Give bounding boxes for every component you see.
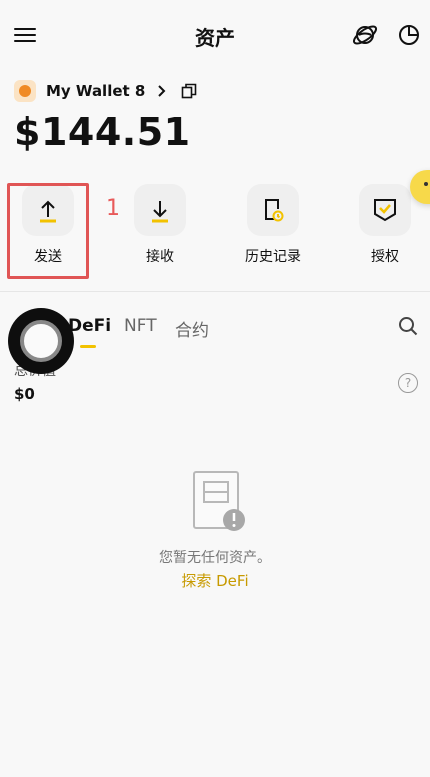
receive-icon (134, 184, 186, 236)
section-divider (0, 291, 430, 292)
wallet-avatar (14, 80, 36, 102)
help-icon[interactable]: ? (398, 373, 418, 393)
tab-defi[interactable]: DeFi (68, 316, 111, 336)
empty-state-message: 您暂无任何资产。 (159, 550, 271, 566)
pie-chart-icon[interactable] (396, 22, 422, 48)
network-globe-icon[interactable] (352, 22, 378, 48)
tab-nft[interactable]: NFT (124, 316, 157, 336)
receive-label: 接收 (146, 249, 174, 265)
history-button[interactable]: 历史记录 (238, 184, 308, 266)
active-tab-indicator (80, 345, 96, 348)
authorize-label: 授权 (371, 249, 399, 265)
copy-icon[interactable] (181, 83, 197, 99)
tab-contract[interactable]: 合约 (175, 316, 209, 341)
search-icon[interactable] (398, 316, 418, 336)
receive-button[interactable]: 接收 (125, 184, 195, 266)
step-marker: 1 (106, 196, 120, 221)
chevron-right-icon (158, 85, 166, 97)
empty-document-icon (193, 471, 245, 531)
send-highlight-box (7, 183, 89, 279)
assistive-touch-button[interactable] (8, 308, 74, 374)
wallet-selector[interactable]: My Wallet 8 (14, 78, 197, 104)
history-label: 历史记录 (245, 249, 301, 265)
explore-defi-link[interactable]: 探索 DeFi (0, 570, 430, 591)
shield-check-icon (359, 184, 411, 236)
authorize-button[interactable]: 授权 (350, 184, 420, 266)
total-balance: $144.51 (14, 110, 191, 154)
top-bar: 资产 (0, 0, 430, 72)
wallet-name: My Wallet 8 (46, 82, 146, 100)
total-value: $0 (14, 385, 35, 403)
history-icon (247, 184, 299, 236)
